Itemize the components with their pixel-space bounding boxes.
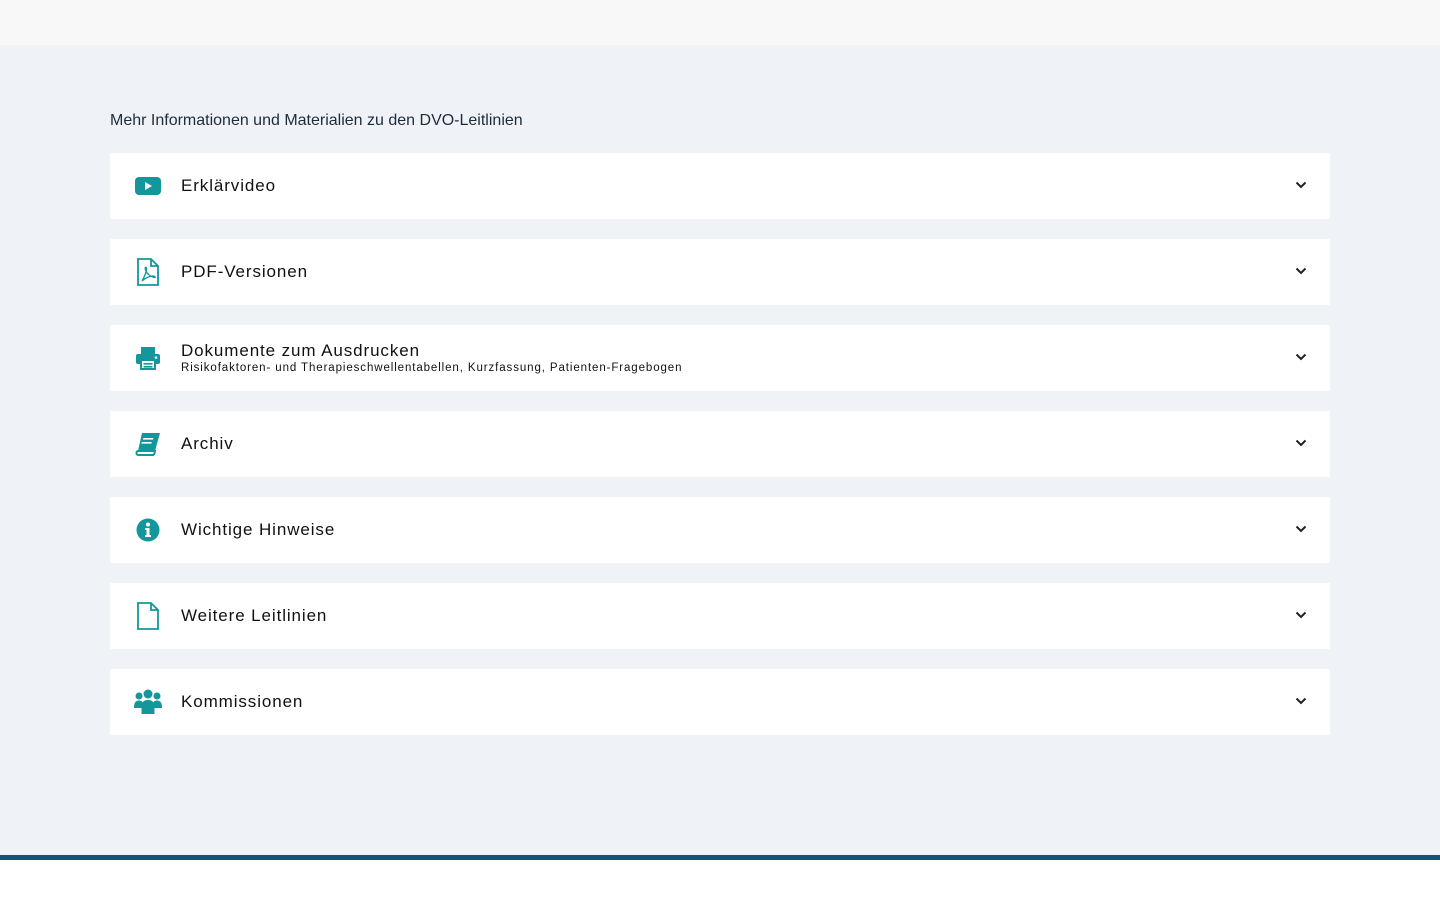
chevron-down-icon[interactable] xyxy=(1294,178,1308,192)
accordion-item-erklaervideo[interactable]: Erklärvideo xyxy=(110,153,1330,219)
accordion-item-title: Erklärvideo xyxy=(181,176,276,195)
accordion-item-weitere-leitlinien[interactable]: Weitere Leitlinien xyxy=(110,583,1330,649)
chevron-down-icon[interactable] xyxy=(1294,350,1308,364)
chevron-down-icon[interactable] xyxy=(1294,264,1308,278)
file-icon xyxy=(134,602,162,630)
accordion-item-subtitle: Risikofaktoren- und Therapieschwellentab… xyxy=(181,362,683,374)
top-header-bar xyxy=(0,0,1440,45)
video-play-icon xyxy=(134,172,162,200)
accordion-item-title: Archiv xyxy=(181,434,234,453)
accordion-item-wichtige-hinweise[interactable]: Wichtige Hinweise xyxy=(110,497,1330,563)
accordion-item-title: Weitere Leitlinien xyxy=(181,606,328,625)
accordion: Erklärvideo PDF-Versionen Dokumente zum … xyxy=(110,153,1330,755)
chevron-down-icon[interactable] xyxy=(1294,694,1308,708)
book-icon xyxy=(134,430,162,458)
section-heading: Mehr Informationen und Materialien zu de… xyxy=(110,112,523,129)
chevron-down-icon[interactable] xyxy=(1294,522,1308,536)
materials-section: Mehr Informationen und Materialien zu de… xyxy=(0,45,1440,855)
chevron-down-icon[interactable] xyxy=(1294,608,1308,622)
users-icon xyxy=(134,688,162,716)
accordion-item-title: PDF-Versionen xyxy=(181,262,308,281)
pdf-file-icon xyxy=(134,258,162,286)
footer xyxy=(0,860,1440,900)
chevron-down-icon[interactable] xyxy=(1294,436,1308,450)
accordion-item-dokumente[interactable]: Dokumente zum Ausdrucken Risikofaktoren-… xyxy=(110,325,1330,391)
accordion-item-pdf-versionen[interactable]: PDF-Versionen xyxy=(110,239,1330,305)
printer-icon xyxy=(134,344,162,372)
accordion-item-title: Kommissionen xyxy=(181,692,304,711)
accordion-item-kommissionen[interactable]: Kommissionen xyxy=(110,669,1330,735)
accordion-item-title: Dokumente zum Ausdrucken xyxy=(181,341,420,360)
info-circle-icon xyxy=(134,516,162,544)
accordion-item-archiv[interactable]: Archiv xyxy=(110,411,1330,477)
accordion-item-title: Wichtige Hinweise xyxy=(181,520,336,539)
